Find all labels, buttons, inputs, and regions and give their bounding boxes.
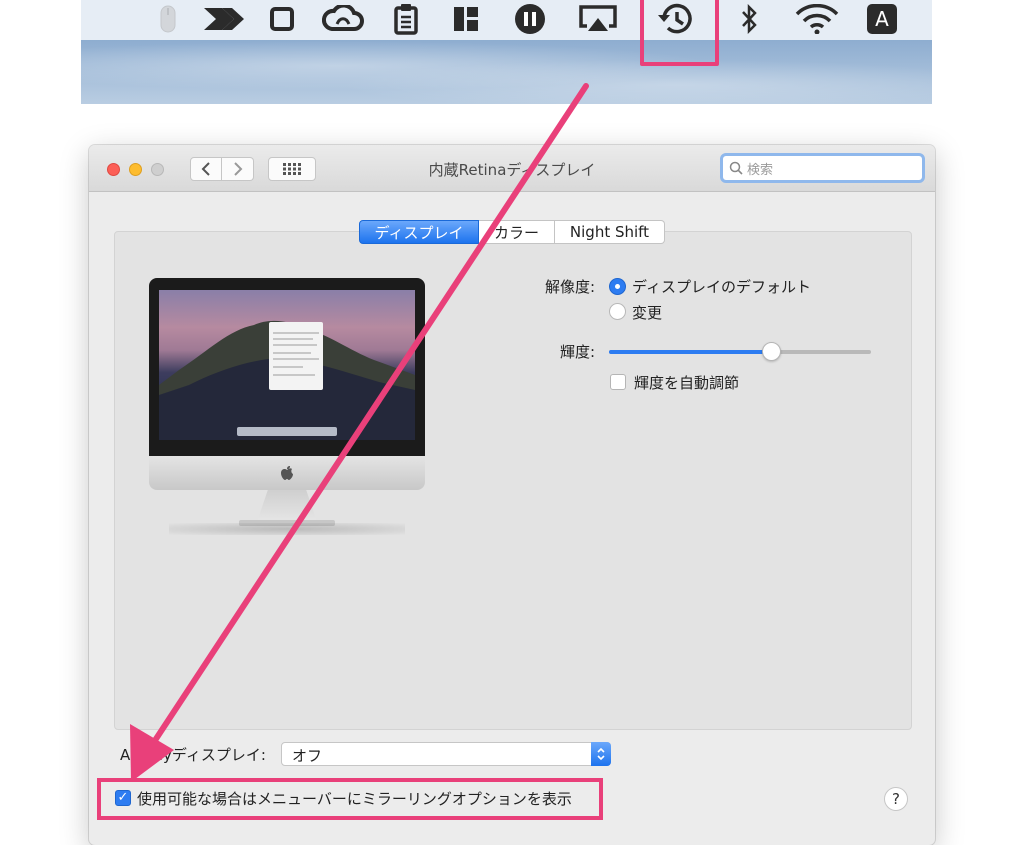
grid-icon[interactable] [451, 2, 481, 36]
auto-brightness-checkbox[interactable] [610, 374, 626, 390]
display-preferences-window: 内蔵Retinaディスプレイ 検索 ディスプレイ カラー Night Shift… [89, 145, 935, 845]
airplay-icon[interactable] [577, 2, 619, 36]
tab-display[interactable]: ディスプレイ [359, 220, 479, 244]
chevron-arrow-icon[interactable] [201, 2, 247, 36]
creative-cloud-icon[interactable] [321, 2, 365, 36]
search-placeholder: 検索 [747, 162, 774, 178]
airplay-display-select[interactable]: オフ [281, 742, 611, 766]
resolution-default-radio[interactable] [609, 278, 626, 295]
airplay-display-label: AirPlayディスプレイ: [120, 746, 266, 764]
select-arrows-icon [591, 742, 611, 766]
bluetooth-icon[interactable] [737, 2, 761, 36]
tab-night-shift[interactable]: Night Shift [555, 220, 665, 244]
apple-logo-icon [281, 466, 293, 480]
auto-brightness-label[interactable]: 輝度を自動調節 [634, 372, 739, 393]
input-source-icon[interactable]: A [865, 2, 899, 36]
airplay-display-value: オフ [292, 747, 323, 765]
clipboard-icon[interactable] [391, 2, 421, 36]
mouse-icon[interactable] [157, 2, 179, 36]
tab-color[interactable]: カラー [479, 220, 555, 244]
brightness-slider[interactable] [609, 342, 871, 361]
brightness-slider-fill [609, 350, 772, 354]
brightness-label: 輝度: [559, 343, 595, 361]
imac-illustration [149, 278, 425, 456]
resolution-default-label[interactable]: ディスプレイのデフォルト [632, 276, 811, 297]
wifi-icon[interactable] [793, 2, 841, 36]
resolution-scaled-radio[interactable] [609, 303, 626, 320]
imac-chin [149, 456, 425, 490]
airplay-highlight-annotation [640, 0, 719, 66]
imac-shadow [169, 523, 405, 535]
input-source-label: A [867, 4, 897, 34]
mirror-option-highlight-annotation [97, 778, 603, 820]
menubar-screenshot: A [81, 0, 932, 104]
search-icon [729, 161, 743, 175]
help-button[interactable]: ? [884, 787, 908, 811]
resolution-label: 解像度: [544, 278, 595, 296]
music-icon[interactable] [513, 2, 547, 36]
tab-bar: ディスプレイ カラー Night Shift [359, 220, 665, 244]
titlebar: 内蔵Retinaディスプレイ 検索 [89, 145, 935, 192]
search-field[interactable]: 検索 [720, 153, 925, 183]
square-icon[interactable] [267, 2, 297, 36]
desktop-wallpaper [81, 40, 932, 104]
resolution-scaled-label[interactable]: 変更 [632, 302, 662, 323]
imac-wallpaper [159, 290, 415, 440]
